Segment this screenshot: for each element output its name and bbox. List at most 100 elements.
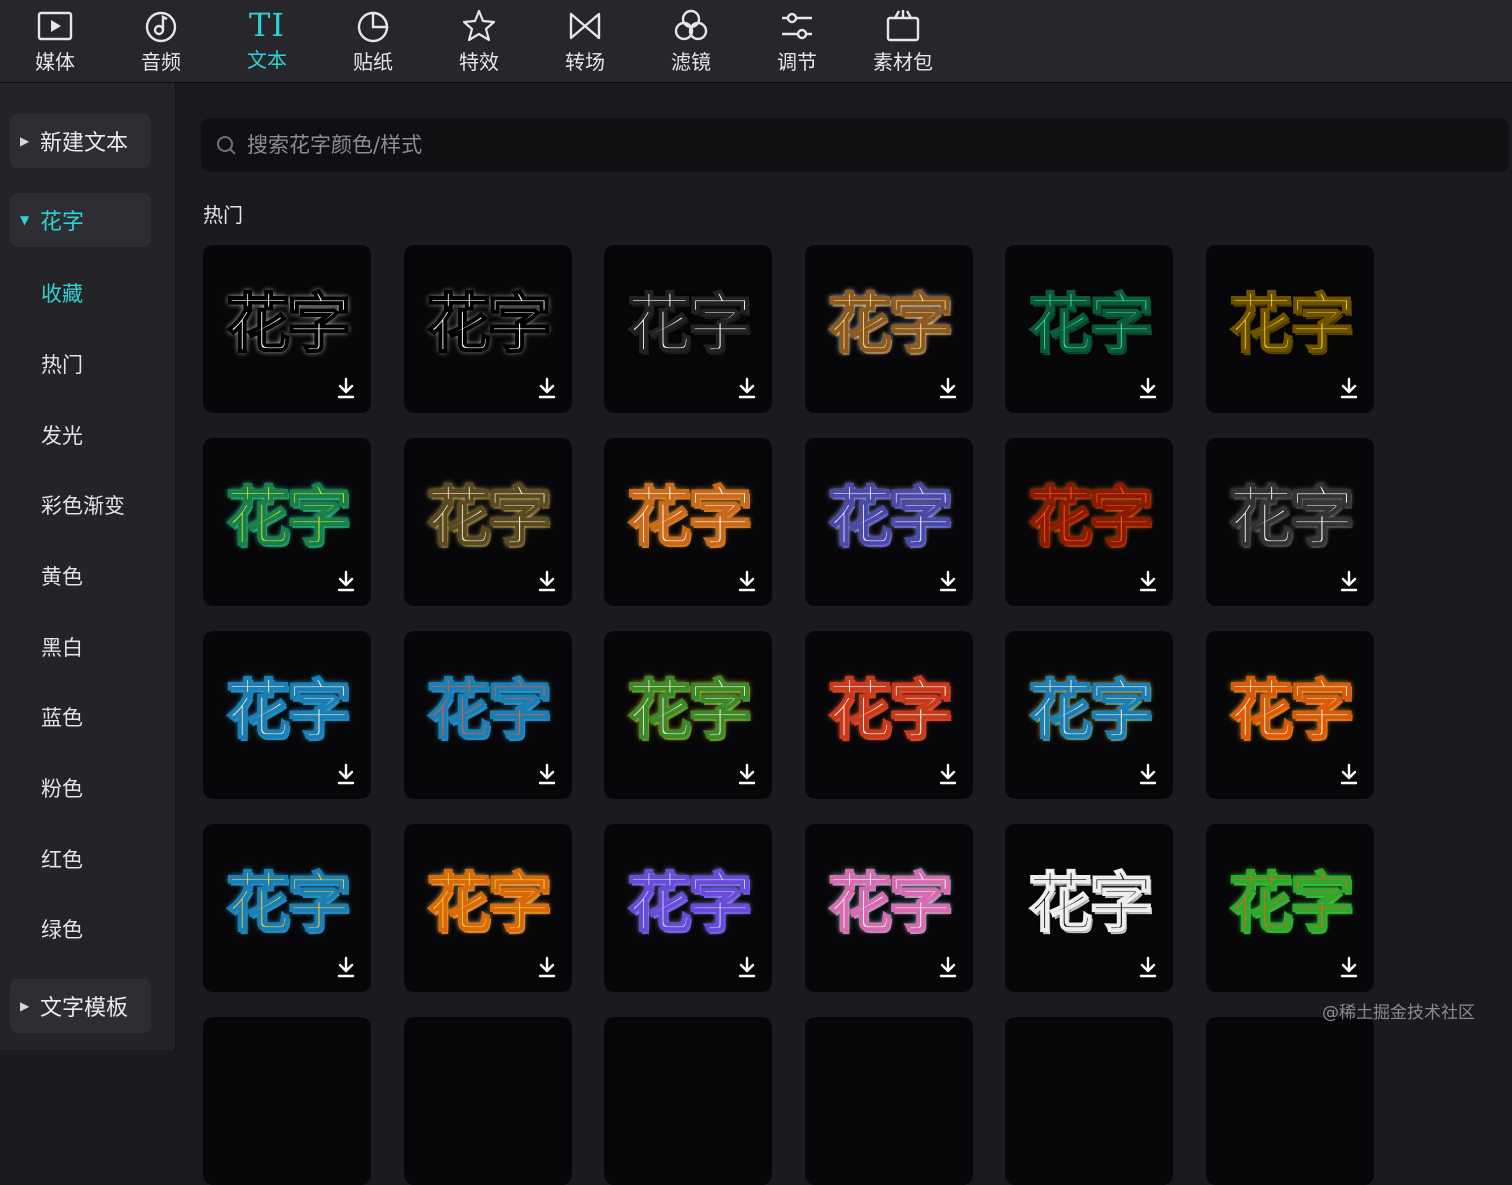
fancy-text-card[interactable]: 花字 <box>604 824 773 992</box>
download-icon[interactable] <box>1139 377 1157 399</box>
fancy-text-card[interactable]: 花字 <box>403 631 572 799</box>
download-icon[interactable] <box>939 956 957 978</box>
fancy-text-card[interactable]: 花字 <box>1206 631 1374 799</box>
group-label: 新建文本 <box>40 131 129 156</box>
fancy-text-card[interactable]: 花字 <box>604 245 773 413</box>
download-icon[interactable] <box>1340 956 1358 978</box>
download-icon[interactable] <box>1340 763 1358 785</box>
fancy-text-preview: 花字 <box>225 287 352 363</box>
tab-label: 音频 <box>141 50 181 74</box>
download-icon[interactable] <box>538 956 556 978</box>
sidebar-item-favorites[interactable]: 收藏 <box>41 280 83 308</box>
fancy-text-card[interactable]: 花字 <box>604 438 773 606</box>
caret-right-icon: ▶ <box>20 134 30 148</box>
sidebar-item-pink[interactable]: 粉色 <box>41 775 83 803</box>
sidebar-item-gradient[interactable]: 彩色渐变 <box>41 492 125 520</box>
download-icon[interactable] <box>1340 570 1358 592</box>
tab-text[interactable]: TI 文本 <box>214 0 320 82</box>
fancy-text-card[interactable] <box>804 1017 973 1185</box>
download-icon[interactable] <box>337 763 355 785</box>
sidebar-item-yellow[interactable]: 黄色 <box>41 563 83 591</box>
download-icon[interactable] <box>538 763 556 785</box>
fancy-text-card[interactable] <box>203 1017 371 1185</box>
fancy-text-card[interactable]: 花字 <box>1206 245 1374 413</box>
sidebar-item-green[interactable]: 绿色 <box>41 916 83 944</box>
tab-label: 素材包 <box>873 50 933 74</box>
fancy-text-card[interactable] <box>1005 1017 1174 1185</box>
fancy-text-card[interactable]: 花字 <box>203 824 371 992</box>
section-title: 热门 <box>203 203 243 227</box>
tab-asset-pack[interactable]: 素材包 <box>850 0 956 82</box>
fancy-text-preview: 花字 <box>426 866 553 942</box>
tab-sticker[interactable]: 贴纸 <box>320 0 426 82</box>
download-icon[interactable] <box>738 763 756 785</box>
fancy-text-card[interactable]: 花字 <box>804 245 973 413</box>
download-icon[interactable] <box>939 377 957 399</box>
sidebar-group-fancy-text[interactable]: ▼ 花字 <box>10 193 151 247</box>
tab-label: 文本 <box>247 48 287 72</box>
tab-label: 特效 <box>459 50 499 74</box>
sidebar-group-text-template[interactable]: ▶ 文字模板 <box>10 979 151 1033</box>
fancy-text-card[interactable] <box>604 1017 773 1185</box>
download-icon[interactable] <box>337 570 355 592</box>
fancy-text-card[interactable]: 花字 <box>403 245 572 413</box>
audio-note-icon <box>145 11 177 43</box>
download-icon[interactable] <box>1340 377 1358 399</box>
fancy-text-card[interactable]: 花字 <box>604 631 773 799</box>
fancy-text-card[interactable]: 花字 <box>203 631 371 799</box>
fancy-text-card[interactable]: 花字 <box>804 824 973 992</box>
fancy-text-card[interactable]: 花字 <box>804 631 973 799</box>
download-icon[interactable] <box>738 956 756 978</box>
fancy-text-preview: 花字 <box>827 480 954 556</box>
sidebar-item-black-white[interactable]: 黑白 <box>41 634 83 662</box>
sidebar: ▶ 新建文本 ▼ 花字 收藏 热门 发光 彩色渐变 黄色 黑白 蓝色 粉色 红色… <box>0 83 176 1050</box>
fancy-text-card[interactable]: 花字 <box>203 245 371 413</box>
fancy-text-preview: 花字 <box>626 287 753 363</box>
search-input[interactable] <box>245 132 1449 158</box>
download-icon[interactable] <box>939 570 957 592</box>
fancy-text-card[interactable]: 花字 <box>1206 824 1374 992</box>
fancy-text-card[interactable]: 花字 <box>1005 245 1174 413</box>
fancy-text-preview: 花字 <box>626 866 753 942</box>
tab-filter[interactable]: 滤镜 <box>638 0 744 82</box>
download-icon[interactable] <box>337 956 355 978</box>
fancy-text-preview: 花字 <box>1228 287 1355 363</box>
sidebar-item-hot[interactable]: 热门 <box>41 351 83 379</box>
download-icon[interactable] <box>337 377 355 399</box>
fancy-text-preview: 花字 <box>1027 673 1154 749</box>
download-icon[interactable] <box>1139 570 1157 592</box>
sidebar-item-red[interactable]: 红色 <box>41 846 83 874</box>
sidebar-item-blue[interactable]: 蓝色 <box>41 704 83 732</box>
sidebar-item-glow[interactable]: 发光 <box>41 422 83 450</box>
fancy-text-card[interactable]: 花字 <box>203 438 371 606</box>
download-icon[interactable] <box>538 570 556 592</box>
tab-audio[interactable]: 音频 <box>108 0 214 82</box>
download-icon[interactable] <box>538 377 556 399</box>
text-ti-icon: TI <box>249 6 285 44</box>
download-icon[interactable] <box>939 763 957 785</box>
download-icon[interactable] <box>738 570 756 592</box>
fancy-text-card[interactable]: 花字 <box>1005 631 1174 799</box>
fancy-text-card[interactable]: 花字 <box>403 824 572 992</box>
fancy-text-preview: 花字 <box>426 480 553 556</box>
tab-effects[interactable]: 特效 <box>426 0 532 82</box>
tab-transition[interactable]: 转场 <box>532 0 638 82</box>
fancy-text-card[interactable] <box>1206 1017 1374 1185</box>
fancy-text-card[interactable]: 花字 <box>804 438 973 606</box>
download-icon[interactable] <box>1139 956 1157 978</box>
fancy-text-card[interactable]: 花字 <box>1005 824 1174 992</box>
fancy-text-card[interactable]: 花字 <box>1005 438 1174 606</box>
fancy-text-card[interactable]: 花字 <box>403 438 572 606</box>
fancy-text-preview: 花字 <box>426 673 553 749</box>
fancy-text-card[interactable]: 花字 <box>1206 438 1374 606</box>
fancy-text-preview: 花字 <box>225 480 352 556</box>
search-icon <box>217 136 236 155</box>
tab-media[interactable]: 媒体 <box>2 0 108 82</box>
fancy-text-card[interactable] <box>403 1017 572 1185</box>
sidebar-group-new-text[interactable]: ▶ 新建文本 <box>10 114 151 168</box>
download-icon[interactable] <box>1139 763 1157 785</box>
fancy-text-preview: 花字 <box>827 287 954 363</box>
download-icon[interactable] <box>738 377 756 399</box>
fancy-text-preview: 花字 <box>426 287 553 363</box>
tab-adjust[interactable]: 调节 <box>744 0 850 82</box>
